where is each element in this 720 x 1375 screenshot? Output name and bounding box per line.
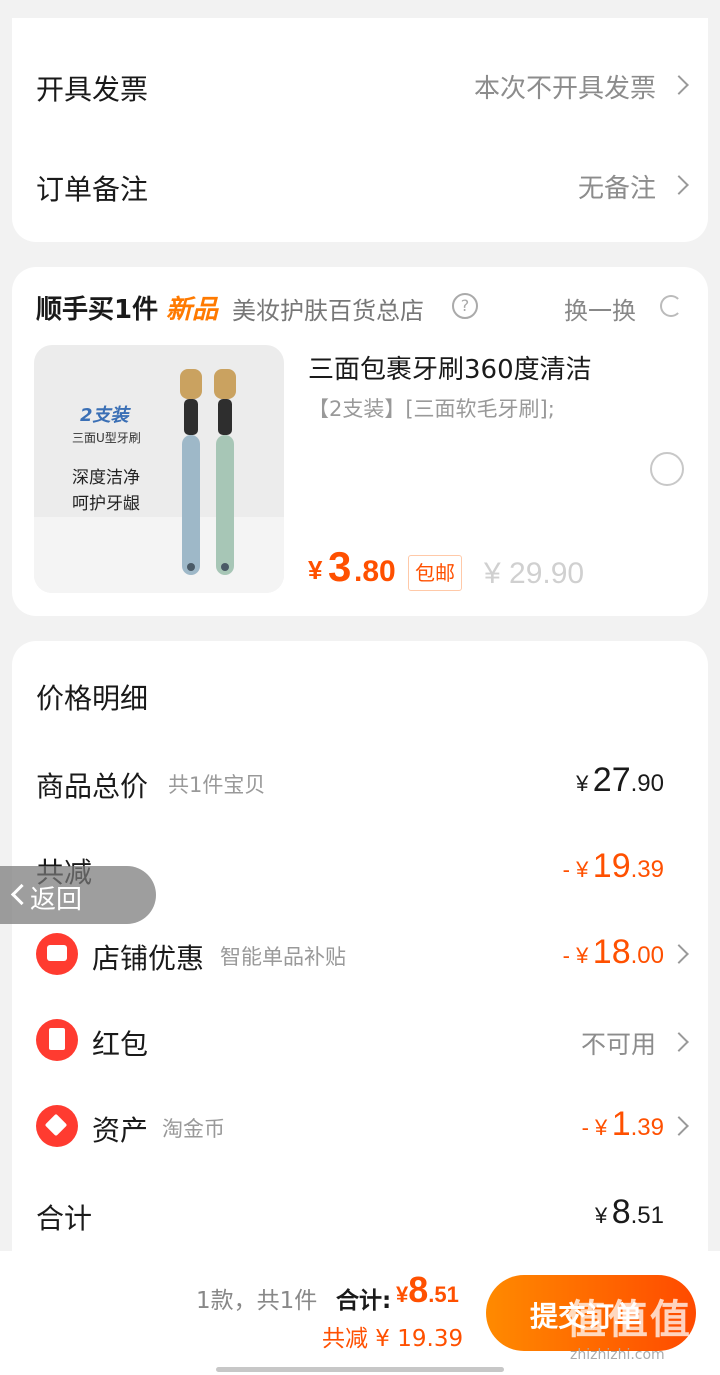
price-symbol: ¥ bbox=[308, 555, 323, 585]
invoice-label: 开具发票 bbox=[36, 73, 149, 106]
original-price: ¥ 29.90 bbox=[484, 557, 585, 590]
addon-title: 顺手买1件 bbox=[36, 295, 159, 325]
asset-amount: - ¥ 1.39 bbox=[582, 1105, 664, 1144]
bottom-bar: 1款，共1件 合计: ¥8.51 共减 ¥ 19.39 提交订单 值 值 值 z… bbox=[0, 1251, 720, 1375]
remark-row[interactable]: 订单备注 无备注 bbox=[12, 150, 708, 220]
shop-discount-row[interactable]: 店铺优惠 智能单品补贴 - ¥ 18.00 bbox=[12, 933, 708, 977]
swap-button[interactable]: 换一换 bbox=[564, 289, 684, 325]
red-packet-icon bbox=[36, 1019, 78, 1061]
amount-decimal: .39 bbox=[630, 1114, 664, 1141]
chevron-right-icon bbox=[669, 175, 689, 195]
reduce-amount: - ¥ 19.39 bbox=[563, 847, 664, 886]
total-amount: ¥ 8.51 bbox=[595, 1193, 664, 1232]
toothbrush-image bbox=[180, 369, 236, 575]
amount-decimal: .51 bbox=[428, 1282, 459, 1307]
item-count: 1款，共1件 bbox=[196, 1288, 318, 1314]
amount-integer: 27 bbox=[592, 761, 631, 799]
asset-label: 资产 bbox=[92, 1114, 149, 1147]
currency-symbol: ¥ bbox=[576, 771, 589, 796]
product-spec: 【2支装】[三面软毛牙刷]; bbox=[308, 397, 555, 421]
amount-decimal: .39 bbox=[630, 856, 664, 883]
top-strip bbox=[0, 0, 720, 18]
amount-integer: 8 bbox=[611, 1193, 631, 1231]
amount-integer: 19 bbox=[592, 847, 631, 885]
asset-note: 淘金币 bbox=[162, 1117, 225, 1141]
back-button[interactable]: 返回 bbox=[0, 866, 156, 924]
currency-symbol: - ¥ bbox=[562, 857, 589, 882]
addon-store-name: 美妆护肤百货总店 bbox=[232, 297, 424, 325]
chevron-right-icon bbox=[669, 1116, 689, 1136]
invoice-row[interactable]: 开具发票 本次不开具发票 bbox=[12, 48, 708, 118]
chevron-right-icon bbox=[669, 75, 689, 95]
product-image[interactable]: 2支装 三面U型牙刷 深度洁净 呵护牙龈 bbox=[34, 345, 284, 593]
red-packet-label: 红包 bbox=[92, 1028, 149, 1061]
amount-decimal: .00 bbox=[630, 942, 664, 969]
goods-total-row: 商品总价 共1件宝贝 ¥ 27.90 bbox=[12, 761, 708, 805]
asset-row[interactable]: 资产 淘金币 - ¥ 1.39 bbox=[12, 1105, 708, 1149]
total-label: 合计 bbox=[36, 1202, 93, 1235]
chevron-right-icon bbox=[669, 1032, 689, 1052]
shop-discount-label: 店铺优惠 bbox=[92, 942, 205, 975]
chevron-right-icon bbox=[669, 944, 689, 964]
price-detail-card: 价格明细 商品总价 共1件宝贝 ¥ 27.90 共减 - ¥ 19.39 店铺优… bbox=[12, 641, 708, 1251]
watermark-url: zhizhizhi.com bbox=[570, 1347, 665, 1363]
currency-symbol: ¥ bbox=[595, 1203, 608, 1228]
shop-discount-amount: - ¥ 18.00 bbox=[563, 933, 664, 972]
addon-header: 顺手买1件 新品 美妆护肤百货总店 ? 换一换 bbox=[36, 289, 684, 325]
addon-card: 顺手买1件 新品 美妆护肤百货总店 ? 换一换 2支装 三面U型牙刷 深度洁净 … bbox=[12, 267, 708, 616]
help-icon[interactable]: ? bbox=[452, 293, 478, 319]
amount-integer: 1 bbox=[611, 1105, 631, 1143]
footer-reduce: 共减 ¥ 19.39 bbox=[322, 1326, 464, 1352]
detail-title: 价格明细 bbox=[36, 682, 149, 715]
remark-label: 订单备注 bbox=[36, 173, 149, 206]
amount-integer: 18 bbox=[592, 933, 631, 971]
goods-total-note: 共1件宝贝 bbox=[168, 773, 266, 797]
red-packet-row[interactable]: 红包 不可用 bbox=[12, 1019, 708, 1063]
refresh-icon bbox=[660, 295, 682, 317]
red-packet-value: 不可用 bbox=[580, 1030, 656, 1059]
remark-value: 无备注 bbox=[577, 174, 656, 204]
amount-integer: 8 bbox=[408, 1269, 429, 1310]
shipping-tag: 包邮 bbox=[408, 555, 462, 591]
amount-decimal: .90 bbox=[630, 770, 664, 797]
amount-decimal: .51 bbox=[630, 1202, 664, 1229]
order-options-card: 开具发票 本次不开具发票 订单备注 无备注 bbox=[12, 18, 708, 242]
addon-new-badge: 新品 bbox=[166, 295, 219, 325]
coin-tag-icon bbox=[36, 1105, 78, 1147]
chevron-left-icon bbox=[10, 883, 33, 906]
select-radio[interactable] bbox=[650, 452, 684, 486]
footer-total-label: 合计: bbox=[336, 1288, 392, 1314]
currency-symbol: ¥ bbox=[396, 1282, 409, 1307]
shop-icon bbox=[36, 933, 78, 975]
price-decimal: .80 bbox=[354, 555, 396, 588]
currency-symbol: - ¥ bbox=[562, 943, 589, 968]
back-label: 返回 bbox=[30, 885, 83, 915]
swap-label: 换一换 bbox=[564, 297, 636, 325]
footer-total-amount: ¥8.51 bbox=[396, 1269, 459, 1311]
total-row: 合计 ¥ 8.51 bbox=[12, 1193, 708, 1237]
goods-total-label: 商品总价 bbox=[36, 770, 149, 803]
watermark-logo: 值 值 值 bbox=[566, 1297, 690, 1343]
goods-total-amount: ¥ 27.90 bbox=[576, 761, 664, 800]
home-indicator bbox=[216, 1367, 504, 1372]
price-integer: 3 bbox=[328, 543, 352, 590]
invoice-value: 本次不开具发票 bbox=[473, 74, 656, 104]
currency-symbol: - ¥ bbox=[581, 1115, 608, 1140]
product-title[interactable]: 三面包裹牙刷360度清洁 bbox=[308, 349, 592, 386]
shop-discount-note: 智能单品补贴 bbox=[220, 945, 346, 969]
